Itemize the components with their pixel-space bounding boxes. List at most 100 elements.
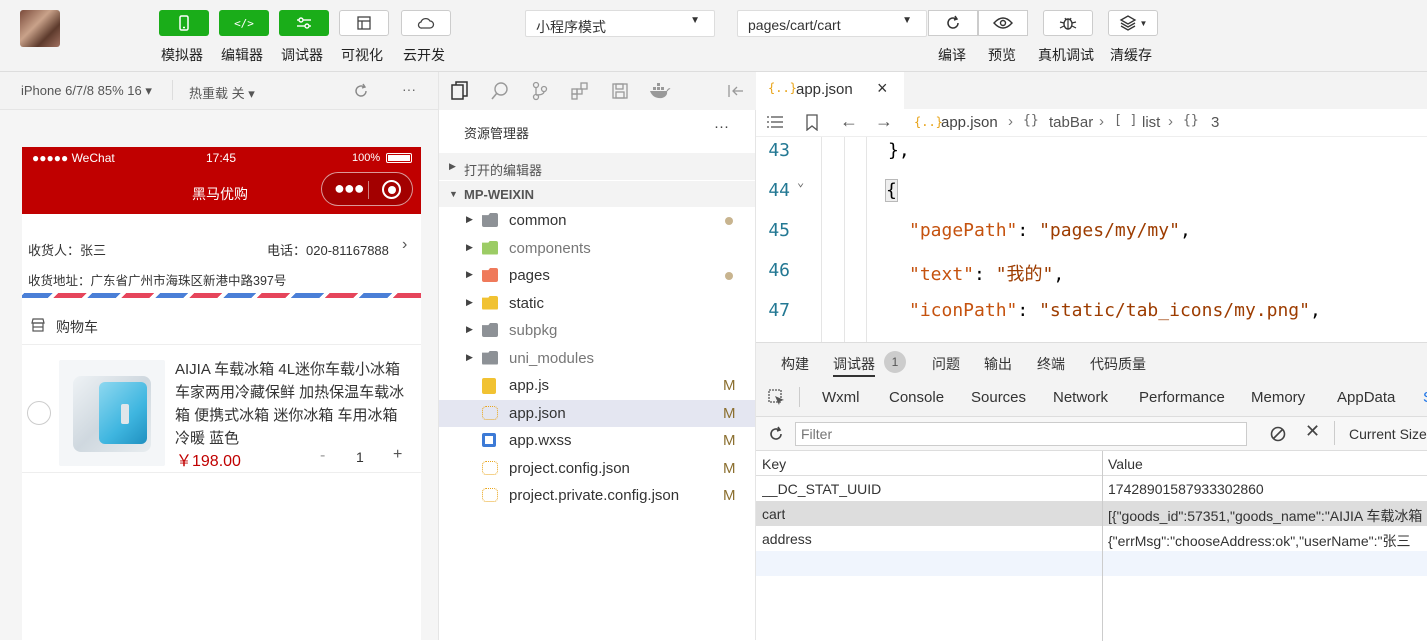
editor-button[interactable]: </> — [219, 10, 269, 36]
goods-count[interactable]: 1 — [356, 449, 364, 465]
source-control-icon[interactable] — [531, 81, 549, 101]
clear-all-icon[interactable] — [1270, 426, 1286, 442]
device-select[interactable]: iPhone 6/7/8 85% 16 ▾ — [21, 83, 152, 99]
hot-reload-toggle[interactable]: 热重载 关 ▾ — [189, 83, 255, 102]
extensions-icon[interactable] — [570, 81, 590, 101]
table-row[interactable]: cart [{"goods_id":57351,"goods_name":"AI… — [756, 501, 1427, 526]
breadcrumb-file[interactable]: app.json — [941, 114, 998, 131]
chevron-right-icon: ▶ — [466, 269, 473, 279]
tab-terminal[interactable]: 终端 — [1037, 354, 1065, 374]
nav-title: 黑马优购 — [192, 186, 248, 202]
filter-input[interactable] — [795, 422, 1247, 446]
preview-button[interactable] — [978, 10, 1028, 36]
tab-code-quality[interactable]: 代码质量 — [1090, 354, 1146, 374]
tab-performance[interactable]: Performance — [1139, 389, 1225, 406]
collapse-panel-icon[interactable] — [727, 83, 745, 99]
file-name: static — [509, 294, 545, 312]
goods-radio[interactable] — [27, 401, 51, 425]
json-file-icon — [482, 405, 498, 420]
rotate-icon[interactable] — [352, 82, 370, 100]
column-header-key[interactable]: Key — [762, 456, 786, 472]
file-tree-item[interactable]: project.config.json M — [439, 455, 755, 482]
tab-app-json[interactable]: {..} app.json × — [756, 72, 904, 109]
tab-storage[interactable]: S — [1423, 389, 1427, 406]
close-miniapp-icon[interactable] — [382, 180, 401, 199]
phone-icon — [179, 15, 189, 31]
list-icon[interactable] — [766, 115, 784, 129]
remote-debug-button[interactable] — [1043, 10, 1093, 36]
compile-button[interactable] — [928, 10, 978, 36]
fold-chevron-icon[interactable]: ⌄ — [797, 175, 804, 189]
tab-problems[interactable]: 问题 — [932, 354, 960, 374]
explorer-panel: 资源管理器 ··· ▶ 打开的编辑器 ▼ MP-WEIXIN ▶ common ▶ c… — [438, 72, 757, 640]
code-icon: </> — [234, 16, 254, 30]
back-arrow-icon[interactable]: ← — [840, 111, 858, 132]
cloud-dev-button[interactable] — [401, 10, 451, 36]
code-line: "text": "我的", — [909, 264, 1065, 285]
table-header: Key Value — [756, 451, 1427, 476]
plus-button[interactable]: + — [393, 446, 402, 464]
chevron-down-icon: ▼ — [902, 15, 912, 26]
table-row[interactable]: address {"errMsg":"chooseAddress:ok","us… — [756, 526, 1427, 551]
simulator-button[interactable] — [159, 10, 209, 36]
json-file-icon — [482, 488, 498, 502]
open-editors-section[interactable]: ▶ 打开的编辑器 — [439, 153, 755, 181]
search-icon[interactable] — [490, 81, 510, 101]
file-tree-item[interactable]: app.wxss M — [439, 427, 755, 454]
minus-button[interactable]: - — [320, 447, 325, 465]
goods-name: AIJIA 车载冰箱 4L迷你车载小冰箱 车家两用冷藏保鲜 加热保温车载冰箱 便… — [175, 361, 405, 447]
file-tree-item[interactable]: ▶ common — [439, 207, 755, 234]
table-row[interactable]: __DC_STAT_UUID 17428901587933302860 — [756, 476, 1427, 501]
file-tree-item[interactable]: project.private.config.json M — [439, 482, 755, 509]
more-icon[interactable]: ··· — [402, 81, 416, 97]
avatar[interactable] — [20, 10, 60, 47]
files-icon[interactable] — [451, 81, 469, 101]
save-icon[interactable] — [611, 82, 629, 100]
tab-memory[interactable]: Memory — [1251, 389, 1305, 406]
tab-output[interactable]: 输出 — [984, 354, 1012, 374]
line-number: 46 — [768, 260, 790, 281]
tab-network[interactable]: Network — [1053, 389, 1108, 406]
breadcrumb-index[interactable]: 3 — [1211, 114, 1219, 131]
debugger-button[interactable] — [279, 10, 329, 36]
goods-image[interactable] — [59, 360, 165, 466]
tab-wxml[interactable]: Wxml — [822, 389, 860, 406]
file-tree-item[interactable]: app.js M — [439, 372, 755, 399]
refresh-icon[interactable] — [768, 426, 784, 442]
breadcrumb-tabbar[interactable]: tabBar — [1049, 114, 1093, 131]
file-tree-item[interactable]: ▶ uni_modules — [439, 345, 755, 372]
tab-appdata[interactable]: AppData — [1337, 389, 1395, 406]
more-dots-icon[interactable]: ●●● — [334, 179, 365, 197]
git-status-badge: M — [723, 377, 736, 394]
close-icon[interactable]: × — [877, 78, 888, 99]
visualize-button[interactable] — [339, 10, 389, 36]
breadcrumb-list[interactable]: list — [1142, 114, 1160, 131]
folder-icon — [482, 240, 498, 255]
json-key: "iconPath" — [909, 300, 1018, 321]
explorer-more-icon[interactable]: ··· — [714, 118, 729, 135]
tab-build[interactable]: 构建 — [781, 354, 809, 374]
clear-cache-button[interactable]: ▼ — [1108, 10, 1158, 36]
project-section[interactable]: ▼ MP-WEIXIN — [439, 181, 755, 207]
chevron-down-icon: ▼ — [690, 15, 700, 26]
tab-label: app.json — [796, 81, 853, 98]
json-value: "static/tab_icons/my.png" — [1039, 300, 1310, 321]
file-tree-item[interactable]: app.json M — [439, 399, 755, 427]
tab-sources[interactable]: Sources — [971, 389, 1026, 406]
tab-debugger[interactable]: 调试器 — [833, 354, 875, 374]
file-tree-item[interactable]: ▶ pages — [439, 262, 755, 289]
mode-select[interactable]: 小程序模式 ▼ — [525, 10, 715, 37]
tab-console[interactable]: Console — [889, 389, 944, 406]
delete-icon[interactable]: ✕ — [1305, 421, 1320, 442]
bookmark-icon[interactable] — [805, 114, 819, 131]
address-box[interactable]: 收货人：张三 电话：020-81167888 › 收货地址：广东省广州市海珠区新… — [22, 214, 421, 293]
file-tree-item[interactable]: ▶ subpkg — [439, 317, 755, 344]
file-tree-item[interactable]: ▶ components — [439, 235, 755, 262]
inspect-cursor-icon[interactable] — [768, 389, 786, 407]
page-select[interactable]: pages/cart/cart ▼ — [737, 10, 927, 37]
file-tree-item[interactable]: ▶ static — [439, 290, 755, 317]
column-header-value[interactable]: Value — [1108, 456, 1143, 472]
code-area[interactable]: 43 }, 44 ⌄ { 45 "pagePath": "pages/my/my… — [756, 137, 1427, 342]
docker-icon[interactable] — [649, 82, 671, 100]
forward-arrow-icon[interactable]: → — [875, 111, 893, 132]
